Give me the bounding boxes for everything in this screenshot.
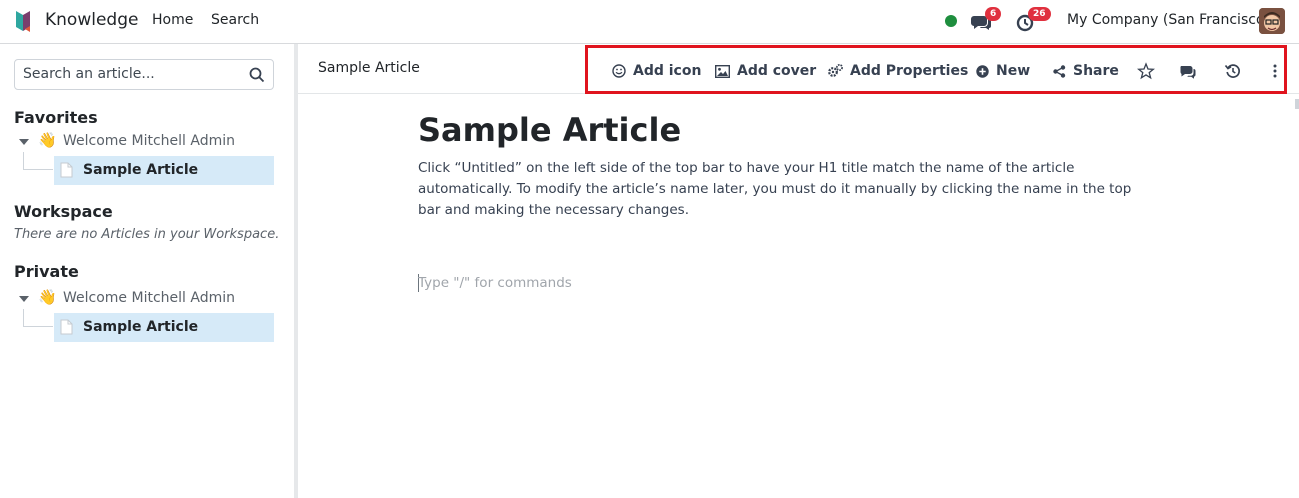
waving-hand-icon: 👋 <box>38 131 57 149</box>
share-label: Share <box>1073 63 1119 79</box>
command-hint[interactable]: Type "/" for commands <box>418 275 572 291</box>
new-article-button[interactable]: New <box>976 61 1030 81</box>
messages-badge: 6 <box>985 7 1002 21</box>
collapse-caret-icon[interactable] <box>19 296 29 302</box>
tree-connector <box>23 152 53 170</box>
add-cover-button[interactable]: Add cover <box>715 61 816 81</box>
gears-icon <box>828 64 843 77</box>
smiley-icon <box>612 64 626 78</box>
top-navbar: Knowledge Home Search 6 26 My Company (S… <box>0 0 1299 44</box>
highlighted-toolbar: Add icon Add cover Add Properties New Sh… <box>585 45 1287 94</box>
user-avatar[interactable] <box>1259 8 1285 34</box>
private-sample-article[interactable]: Sample Article <box>54 313 274 342</box>
comments-icon[interactable] <box>1179 62 1197 80</box>
add-properties-button[interactable]: Add Properties <box>828 61 968 81</box>
sidebar: Favorites 👋 Welcome Mitchell Admin Sampl… <box>0 44 294 498</box>
tree-connector <box>23 309 53 327</box>
add-cover-label: Add cover <box>737 63 817 79</box>
document-icon <box>60 319 73 335</box>
document-icon <box>60 162 73 178</box>
new-label: New <box>996 63 1031 79</box>
workspace-empty-note: There are no Articles in your Workspace. <box>14 227 280 242</box>
plus-circle-icon <box>976 64 989 78</box>
private-root-article[interactable]: Welcome Mitchell Admin <box>63 290 235 306</box>
add-icon-button[interactable]: Add icon <box>612 61 701 81</box>
article-label: Sample Article <box>83 162 199 178</box>
article-main: Sample Article Add icon Add cover Add Pr… <box>298 44 1299 498</box>
private-heading: Private <box>14 262 79 281</box>
article-body[interactable]: Click “Untitled” on the left side of the… <box>418 158 1138 221</box>
waving-hand-icon: 👋 <box>38 288 57 306</box>
company-switcher[interactable]: My Company (San Francisco) <box>1067 12 1270 28</box>
nav-search[interactable]: Search <box>211 12 259 28</box>
share-button[interactable]: Share <box>1053 61 1119 81</box>
article-label: Sample Article <box>83 319 199 335</box>
article-search[interactable] <box>14 59 274 90</box>
online-status-dot[interactable] <box>945 15 957 27</box>
favorite-star-icon[interactable] <box>1137 62 1155 80</box>
scrollbar[interactable] <box>1295 99 1299 109</box>
article-name-input[interactable]: Sample Article <box>318 60 420 76</box>
favorites-heading: Favorites <box>14 108 98 127</box>
history-icon[interactable] <box>1224 62 1242 80</box>
knowledge-logo-icon[interactable] <box>14 9 34 33</box>
add-icon-label: Add icon <box>633 63 702 79</box>
more-options-icon[interactable] <box>1266 62 1284 80</box>
share-icon <box>1053 64 1066 78</box>
favorites-sample-article[interactable]: Sample Article <box>54 156 274 185</box>
activities-badge: 26 <box>1028 7 1051 21</box>
collapse-caret-icon[interactable] <box>19 139 29 145</box>
article-heading[interactable]: Sample Article <box>418 111 681 149</box>
search-icon[interactable] <box>249 67 265 83</box>
article-topbar: Sample Article Add icon Add cover Add Pr… <box>298 44 1299 94</box>
article-search-input[interactable] <box>23 66 243 82</box>
avatar-face-icon <box>1259 8 1285 34</box>
favorites-root-article[interactable]: Welcome Mitchell Admin <box>63 133 235 149</box>
nav-home[interactable]: Home <box>152 12 193 28</box>
image-icon <box>715 64 730 78</box>
workspace-heading: Workspace <box>14 202 113 221</box>
add-properties-label: Add Properties <box>850 63 969 79</box>
app-name[interactable]: Knowledge <box>45 10 138 30</box>
